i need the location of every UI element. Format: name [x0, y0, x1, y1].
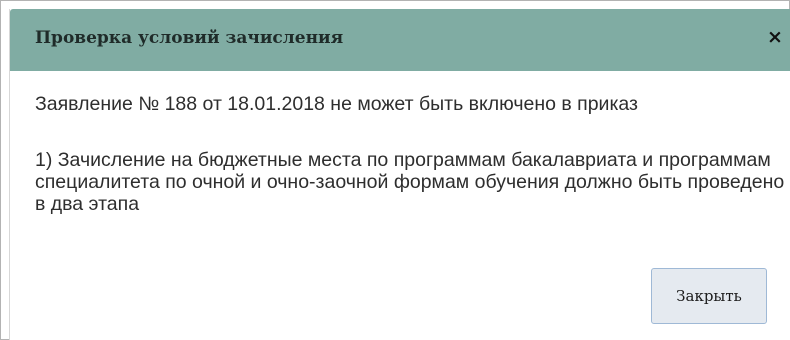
- dialog-title: Проверка условий зачисления: [35, 28, 344, 48]
- condition-message: 1) Зачисление на бюджетные места по прог…: [35, 149, 785, 215]
- enrollment-check-dialog: Проверка условий зачисления × Заявление …: [9, 9, 790, 340]
- statement-message: Заявление № 188 от 18.01.2018 не может б…: [35, 93, 638, 115]
- close-button[interactable]: Закрыть: [651, 268, 767, 324]
- dialog-titlebar[interactable]: Проверка условий зачисления ×: [10, 9, 790, 71]
- close-icon[interactable]: ×: [765, 25, 785, 49]
